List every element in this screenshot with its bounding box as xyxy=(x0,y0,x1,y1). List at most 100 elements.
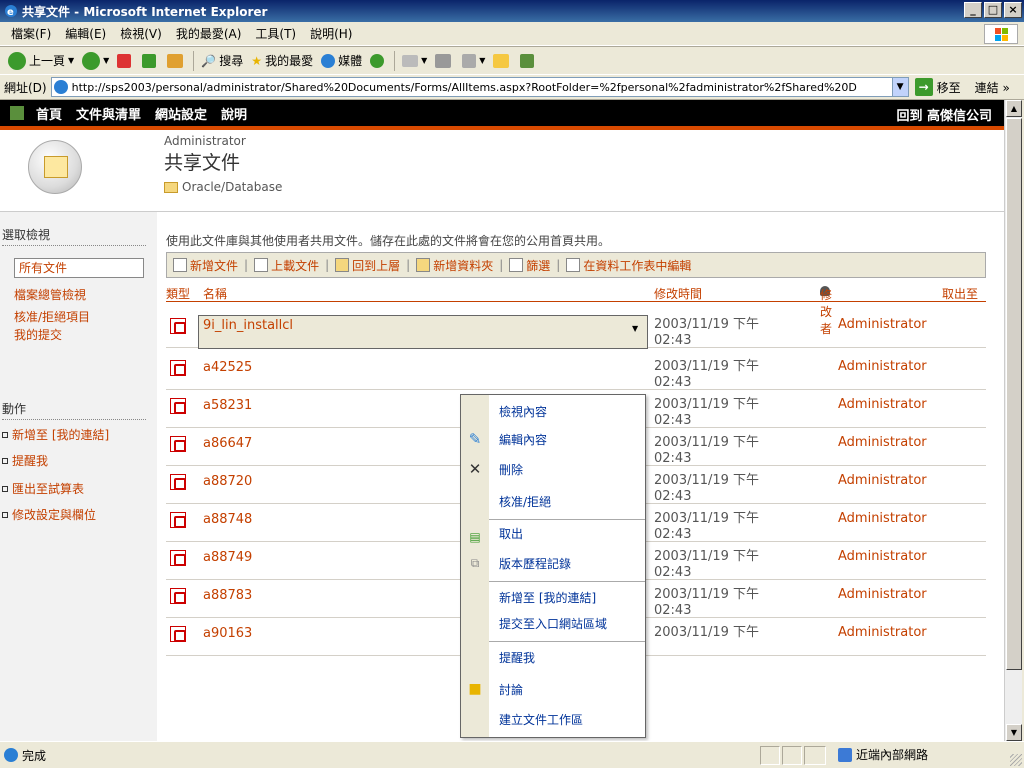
action-add-to-my-links[interactable]: 新增至 [我的連結] xyxy=(2,426,109,443)
file-name[interactable]: a88783 xyxy=(203,588,252,603)
go-arrow-icon[interactable]: → xyxy=(914,78,933,96)
file-name[interactable]: a88749 xyxy=(203,550,252,565)
address-input[interactable]: http://sps2003/personal/administrator/Sh… xyxy=(50,77,909,97)
security-zone: 近端內部網路 xyxy=(838,746,928,763)
upload-document-button[interactable]: 上載文件 xyxy=(254,257,319,274)
sharepoint-logo-icon xyxy=(10,106,24,120)
menu-alert-me[interactable]: 提醒我 xyxy=(499,649,535,666)
go-button[interactable]: 移至 xyxy=(937,79,961,96)
item-dropdown-icon[interactable]: ▼ xyxy=(632,324,638,333)
action-modify-settings[interactable]: 修改設定與欄位 xyxy=(2,506,96,523)
menu-submit-to-portal[interactable]: 提交至入口網站區域 xyxy=(499,615,607,632)
modified-by[interactable]: Administrator xyxy=(838,511,927,526)
toolbar-separator xyxy=(193,50,195,71)
file-name[interactable]: 9i_lin_installcl xyxy=(203,318,293,333)
maximize-button[interactable]: □ xyxy=(984,2,1002,18)
vertical-scrollbar[interactable]: ▲ ▼ xyxy=(1004,100,1022,741)
new-document-button[interactable]: 新增文件 xyxy=(173,257,238,274)
menu-version-history[interactable]: 版本歷程記錄 xyxy=(499,555,571,572)
stop-button[interactable] xyxy=(113,53,138,68)
upload-label: 上載文件 xyxy=(271,258,320,273)
resize-grip-icon[interactable] xyxy=(1010,754,1022,766)
file-name[interactable]: a58231 xyxy=(203,398,252,413)
modified-by[interactable]: Administrator xyxy=(838,473,927,488)
col-type[interactable]: 類型 xyxy=(166,285,190,302)
action-alert-me[interactable]: 提醒我 xyxy=(2,452,48,469)
file-name[interactable]: a90163 xyxy=(203,626,252,641)
edit-button[interactable]: ▼ xyxy=(458,53,489,68)
file-name[interactable]: a88748 xyxy=(203,512,252,527)
history-button[interactable] xyxy=(366,53,391,68)
view-my-submissions[interactable]: 我的提交 xyxy=(14,326,62,343)
folder-path: Oracle/Database xyxy=(182,180,283,194)
messenger-button[interactable] xyxy=(516,53,541,68)
nav-home-link[interactable]: 首頁 xyxy=(36,104,62,123)
menu-discuss[interactable]: 討論 xyxy=(499,681,523,698)
up-level-button[interactable]: 回到上層 xyxy=(335,257,400,274)
file-name[interactable]: a86647 xyxy=(203,436,252,451)
history-icon xyxy=(370,53,385,68)
modified-by[interactable]: Administrator xyxy=(838,549,927,564)
action-label: 新增至 [我的連結] xyxy=(12,428,110,442)
action-label: 提醒我 xyxy=(12,454,49,468)
table-row[interactable]: a42525 2003/11/19 下午 02:43 Administrator xyxy=(166,358,986,390)
file-name[interactable]: a42525 xyxy=(203,360,252,375)
search-button[interactable]: 🔎 搜尋 xyxy=(197,52,247,69)
menu-file[interactable]: 檔案(F) xyxy=(4,25,58,42)
menu-view-properties[interactable]: 檢視內容 xyxy=(499,403,547,420)
links-button[interactable]: 連結 » xyxy=(975,79,1010,96)
table-row[interactable]: 9i_lin_installcl ▼ 2003/11/19 下午 02:43 Ad… xyxy=(166,315,986,349)
menu-edit-properties[interactable]: 編輯內容 xyxy=(499,431,547,448)
new-folder-button[interactable]: 新增資料夾 xyxy=(416,257,493,274)
minimize-button[interactable]: _ xyxy=(964,2,982,18)
forward-button[interactable]: ▼ xyxy=(78,51,113,70)
discuss-button[interactable] xyxy=(489,53,516,68)
filter-button[interactable]: 篩選 xyxy=(509,257,550,274)
modified-by[interactable]: Administrator xyxy=(838,359,927,374)
mail-button[interactable]: ▼ xyxy=(398,54,431,67)
close-button[interactable]: × xyxy=(1004,2,1022,18)
menu-delete[interactable]: 刪除 xyxy=(499,461,523,478)
file-name[interactable]: a88720 xyxy=(203,474,252,489)
col-name[interactable]: 名稱 xyxy=(203,285,227,302)
back-button[interactable]: 上一頁 ▼ xyxy=(4,51,78,70)
address-dropdown-icon[interactable]: ▼ xyxy=(891,78,908,96)
menu-tools[interactable]: 工具(T) xyxy=(248,25,303,42)
favorites-button[interactable]: ★ 我的最愛 xyxy=(247,52,317,69)
scroll-down-icon[interactable]: ▼ xyxy=(1006,724,1022,741)
menu-add-to-my-links[interactable]: 新增至 [我的連結] xyxy=(499,589,596,606)
scroll-thumb[interactable] xyxy=(1006,118,1022,670)
view-explorer[interactable]: 檔案總管檢視 xyxy=(14,286,86,303)
media-button[interactable]: 媒體 xyxy=(317,52,366,69)
menu-create-workspace[interactable]: 建立文件工作區 xyxy=(499,711,583,728)
nav-docs-lists-link[interactable]: 文件與清單 xyxy=(76,104,141,123)
view-all-documents[interactable]: 所有文件 xyxy=(14,258,144,278)
datasheet-edit-button[interactable]: 在資料工作表中編輯 xyxy=(566,257,691,274)
col-modified[interactable]: 修改時間 xyxy=(654,285,702,302)
col-checked-out[interactable]: 取出至 xyxy=(942,285,978,302)
menu-help[interactable]: 說明(H) xyxy=(303,25,359,42)
modified-by[interactable]: Administrator xyxy=(838,435,927,450)
menu-approve-reject[interactable]: 核准/拒絕 xyxy=(499,493,551,510)
scroll-up-icon[interactable]: ▲ xyxy=(1006,100,1022,117)
menu-edit[interactable]: 編輯(E) xyxy=(58,25,113,42)
nav-help-link[interactable]: 說明 xyxy=(221,104,247,123)
action-export-spreadsheet[interactable]: 匯出至試算表 xyxy=(2,480,84,497)
nav-site-settings-link[interactable]: 網站設定 xyxy=(155,104,207,123)
modified-by[interactable]: Administrator xyxy=(838,625,927,640)
view-approve-reject[interactable]: 核准/拒絕項目 xyxy=(14,308,90,325)
menu-check-out[interactable]: 取出 xyxy=(499,525,523,542)
refresh-button[interactable] xyxy=(138,53,163,68)
company-link[interactable]: 回到 高傑信公司 xyxy=(896,105,992,124)
version-history-icon: ⧉ xyxy=(470,556,480,570)
modified-time: 2003/11/19 下午 02:43 xyxy=(654,397,759,429)
modified-by[interactable]: Administrator xyxy=(838,397,927,412)
menu-view[interactable]: 檢視(V) xyxy=(113,25,169,42)
modified-by[interactable]: Administrator xyxy=(838,317,927,332)
home-button[interactable] xyxy=(163,53,190,68)
modified-by[interactable]: Administrator xyxy=(838,587,927,602)
menu-favorites[interactable]: 我的最愛(A) xyxy=(169,25,249,42)
pdf-file-icon xyxy=(170,398,186,414)
print-button[interactable] xyxy=(431,53,458,68)
folder-icon xyxy=(164,181,178,193)
